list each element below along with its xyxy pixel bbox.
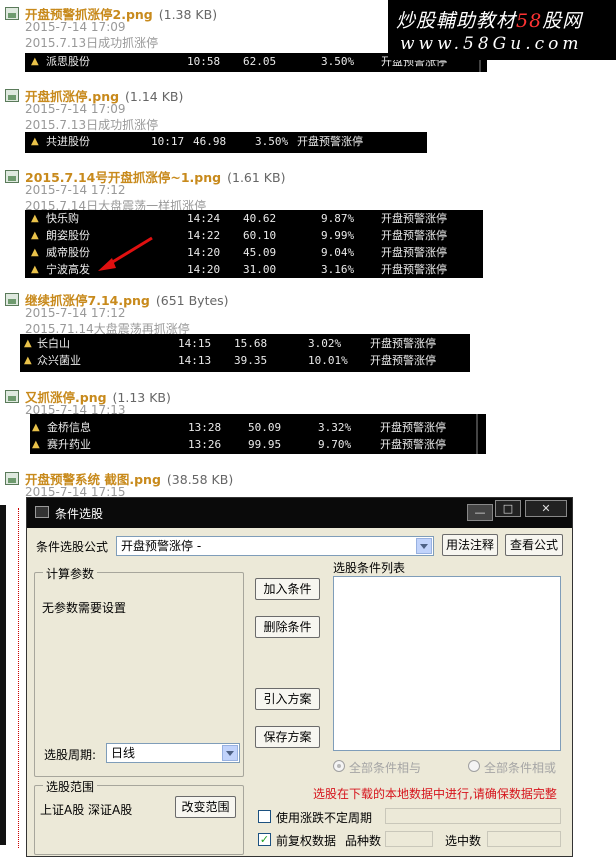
scroll-edge <box>476 414 478 454</box>
image-file-icon <box>5 293 19 306</box>
table-row: ▲ 共进股份 10:17 46.98 3.50% 开盘预警涨停 <box>31 135 363 148</box>
up-arrow-icon: ▲ <box>24 355 32 366</box>
adjusted-data-checkbox[interactable]: ✓ <box>258 833 271 846</box>
chevron-down-icon[interactable] <box>416 538 432 554</box>
up-arrow-icon: ▲ <box>32 422 40 433</box>
view-formula-button[interactable]: 查看公式 <box>505 534 563 556</box>
table-row: ▲ 快乐购 14:24 40.62 9.87% 开盘预警涨停 <box>31 212 447 225</box>
table-row: ▲ 威帝股份 14:20 45.09 9.04% 开盘预警涨停 <box>31 246 447 259</box>
file-date: 2015-7-14 17:12 <box>25 306 126 320</box>
import-plan-button[interactable]: 引入方案 <box>255 688 320 710</box>
up-arrow-icon: ▲ <box>32 439 40 450</box>
image-file-icon <box>5 89 19 102</box>
image-file-icon <box>5 390 19 403</box>
maximize-button[interactable]: □ <box>495 500 521 517</box>
chevron-down-icon[interactable] <box>222 745 238 761</box>
file-size: (1.38 KB) <box>158 7 218 22</box>
file-size: (651 Bytes) <box>155 293 229 308</box>
up-arrow-icon: ▲ <box>31 213 39 224</box>
table-row: ▲ 宁波高发 14:20 31.00 3.16% 开盘预警涨停 <box>31 263 447 276</box>
formula-label: 条件选股公式 <box>36 540 109 554</box>
local-data-warning: 选股在下载的本地数据中进行,请确保数据完整 <box>313 787 557 801</box>
radio-or-conditions[interactable] <box>468 760 480 772</box>
file-size: (38.58 KB) <box>166 472 234 487</box>
radio-and-label: 全部条件相与 <box>349 761 422 775</box>
watermark-title: 炒股輔助教材58股网 <box>396 10 583 32</box>
file-date: 2015-7-14 17:12 <box>25 183 126 197</box>
image-file-icon <box>5 472 19 485</box>
calc-params-group: 计算参数 无参数需要设置 选股周期: 日线 <box>34 565 244 777</box>
formula-select-value: 开盘预警涨停 - <box>121 539 202 553</box>
period-select-value: 日线 <box>111 746 136 760</box>
table-row: ▲ 长白山 14:15 15.68 3.02% 开盘预警涨停 <box>24 337 436 350</box>
table-row: ▲ 朗姿股份 14:22 60.10 9.99% 开盘预警涨停 <box>31 229 447 242</box>
file-date: 2015-7-14 17:09 <box>25 20 126 34</box>
stock-table: ▲ 快乐购 14:24 40.62 9.87% 开盘预警涨停 ▲ 朗姿股份 14… <box>25 210 483 278</box>
period-field[interactable] <box>385 808 561 824</box>
add-condition-button[interactable]: 加入条件 <box>255 578 320 600</box>
calc-params-title: 计算参数 <box>43 565 98 582</box>
minimize-button[interactable]: — <box>467 504 493 521</box>
usage-notes-button[interactable]: 用法注释 <box>442 534 498 556</box>
up-arrow-icon: ▲ <box>31 264 39 275</box>
stock-table: ▲ 共进股份 10:17 46.98 3.50% 开盘预警涨停 <box>25 132 427 153</box>
red-arrow-annotation <box>98 236 153 271</box>
variable-period-checkbox[interactable] <box>258 810 271 823</box>
selected-count-label: 选中数 <box>445 834 482 848</box>
screenshot-edge <box>0 505 6 845</box>
file-note: 2015.7.13日成功抓涨停 <box>25 36 159 50</box>
image-file-icon <box>5 170 19 183</box>
delete-condition-button[interactable]: 删除条件 <box>255 616 320 638</box>
range-value: 上证A股 深证A股 <box>40 803 133 817</box>
variety-count-label: 品种数 <box>345 834 382 848</box>
file-size: (1.61 KB) <box>227 170 286 185</box>
file-note: 2015.7.13日成功抓涨停 <box>25 118 159 132</box>
radio-and-conditions[interactable] <box>333 760 345 772</box>
range-group: 选股范围 上证A股 深证A股 改变范围 <box>34 778 244 855</box>
variety-count-field <box>385 831 433 847</box>
dialog-title: 条件选股 <box>55 507 104 521</box>
table-row: ▲ 赛升药业 13:26 99.95 9.70% 开盘预警涨停 <box>32 438 446 451</box>
period-select[interactable]: 日线 <box>106 743 240 763</box>
up-arrow-icon: ▲ <box>24 338 32 349</box>
screenshot-grid-line <box>18 508 23 848</box>
close-button[interactable]: ✕ <box>525 500 567 517</box>
condition-list[interactable] <box>333 576 561 751</box>
condition-list-label: 选股条件列表 <box>333 561 406 575</box>
table-row: ▲ 众兴菌业 14:13 39.35 10.01% 开盘预警涨停 <box>24 354 436 367</box>
dialog-body: 条件选股公式 开盘预警涨停 - 用法注释 查看公式 计算参数 无参数需要设置 选… <box>27 528 572 856</box>
formula-select[interactable]: 开盘预警涨停 - <box>116 536 434 556</box>
cut-off-row-text: — — — — — — — — — — — — — — — — — — — — … <box>46 414 344 416</box>
watermark-banner: 炒股輔助教材58股网 www.58Gu.com <box>388 0 616 60</box>
watermark-url: www.58Gu.com <box>400 34 583 54</box>
table-row: ▲ 金桥信息 13:28 50.09 3.32% 开盘预警涨停 <box>32 421 446 434</box>
radio-or-label: 全部条件相或 <box>484 761 557 775</box>
stock-table: — — — — — — — — — — — — — — — — — — — — … <box>30 414 486 454</box>
file-date: 2015-7-14 17:09 <box>25 102 126 116</box>
condition-stock-dialog: 条件选股 — □ ✕ 条件选股公式 开盘预警涨停 - 用法注释 查看公式 计算参… <box>26 497 573 857</box>
save-plan-button[interactable]: 保存方案 <box>255 726 320 748</box>
up-arrow-icon: ▲ <box>31 56 39 67</box>
up-arrow-icon: ▲ <box>31 247 39 258</box>
up-arrow-icon: ▲ <box>31 230 39 241</box>
selected-count-field <box>487 831 561 847</box>
variable-period-label: 使用涨跌不定周期 <box>276 811 373 825</box>
change-range-button[interactable]: 改变范围 <box>175 796 236 818</box>
file-size: (1.14 KB) <box>125 89 184 104</box>
image-file-icon <box>5 7 19 20</box>
stock-table: ▲ 长白山 14:15 15.68 3.02% 开盘预警涨停 ▲ 众兴菌业 14… <box>20 334 470 372</box>
adjusted-data-label: 前复权数据 <box>276 834 337 848</box>
range-title: 选股范围 <box>43 778 98 795</box>
up-arrow-icon: ▲ <box>31 136 39 147</box>
window-icon <box>35 506 49 518</box>
dialog-titlebar[interactable]: 条件选股 — □ ✕ <box>27 498 572 528</box>
period-label: 选股周期: <box>44 748 97 762</box>
no-params-text: 无参数需要设置 <box>42 601 127 615</box>
